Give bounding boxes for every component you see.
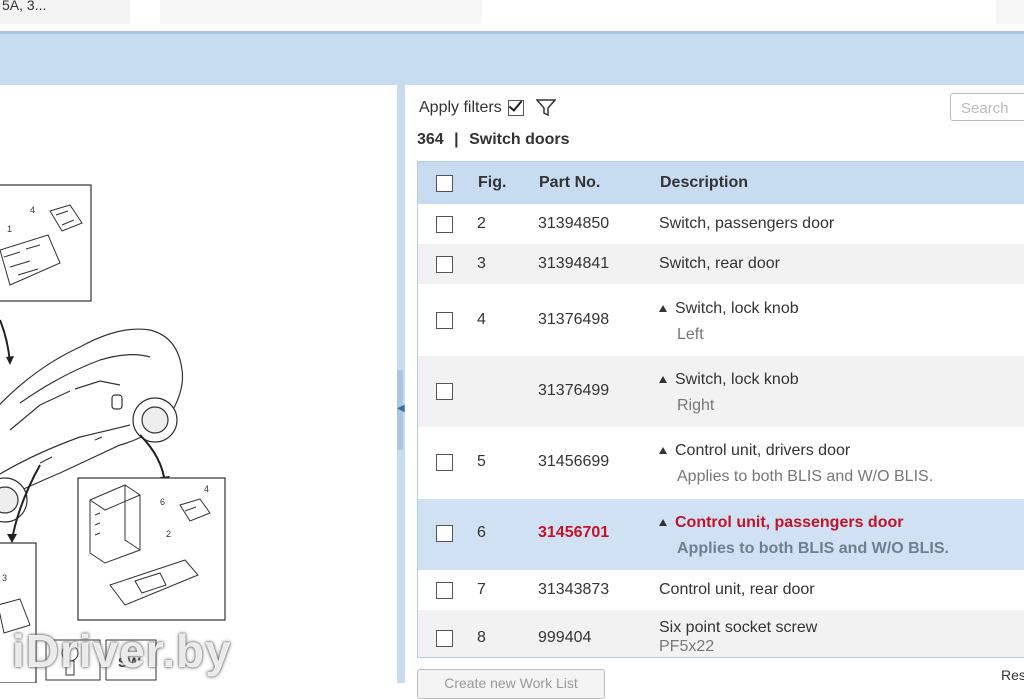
- row-description: Six point socket screw: [659, 619, 818, 636]
- row-fig: 4: [477, 311, 486, 328]
- callout-4-right: 4: [204, 484, 209, 494]
- table-row[interactable]: 8 999404 Six point socket screw PF5x22: [418, 610, 1024, 657]
- row-description-wrap: Control unit, drivers door: [659, 442, 850, 460]
- parts-diagram[interactable]: 4 1 6 4 2 3 SW: [0, 85, 397, 683]
- top-bar: 5A, 3...: [0, 0, 1024, 30]
- row-checkbox[interactable]: [436, 582, 453, 599]
- filter-funnel-icon[interactable]: [535, 99, 556, 117]
- vehicle-breadcrumb[interactable]: 5A, 3...: [0, 0, 130, 24]
- row-description: Switch, lock knob: [675, 300, 799, 317]
- results-label: Res: [1001, 667, 1024, 683]
- collapse-arrow-icon[interactable]: ◀: [397, 403, 405, 414]
- table-row[interactable]: 3 31394841 Switch, rear door: [418, 244, 1024, 284]
- group-title: Switch doors: [469, 131, 570, 148]
- table-row-selected[interactable]: 6 31456701 Control unit, passengers door…: [418, 499, 1024, 570]
- apply-filters-label: Apply filters: [419, 99, 502, 116]
- expand-triangle-icon[interactable]: [659, 519, 667, 526]
- row-description: Control unit, passengers door: [675, 514, 904, 531]
- row-fig: 3: [477, 255, 486, 272]
- row-fig: 2: [477, 215, 486, 232]
- row-note: Applies to both BLIS and W/O BLIS.: [677, 540, 949, 557]
- top-field-right[interactable]: [996, 0, 1024, 24]
- row-note: Left: [677, 326, 704, 343]
- row-description-wrap: Switch, lock knob: [659, 371, 799, 389]
- apply-filters-checkbox[interactable]: [507, 100, 524, 116]
- create-work-list-button[interactable]: Create new Work List: [417, 669, 605, 699]
- row-note: Applies to both BLIS and W/O BLIS.: [677, 468, 934, 485]
- expand-triangle-icon[interactable]: [659, 305, 667, 312]
- table-row[interactable]: 4 31376498 Switch, lock knob Left: [418, 284, 1024, 356]
- top-field[interactable]: [160, 0, 482, 24]
- row-part-no[interactable]: 31394841: [538, 255, 609, 273]
- row-fig: 5: [477, 453, 486, 470]
- row-part-no[interactable]: 31376499: [538, 382, 609, 400]
- row-description: Switch, lock knob: [675, 371, 799, 388]
- column-part-no[interactable]: Part No.: [539, 174, 600, 192]
- parts-diagram-pane[interactable]: 4 1 6 4 2 3 SW: [0, 85, 397, 683]
- search-input[interactable]: Search: [950, 93, 1024, 121]
- group-separator: |: [454, 131, 459, 148]
- row-description-wrap: Control unit, passengers door: [659, 514, 903, 532]
- column-description[interactable]: Description: [660, 174, 748, 192]
- expand-triangle-icon[interactable]: [659, 376, 667, 383]
- callout-6: 6: [160, 497, 165, 507]
- row-part-no[interactable]: 31456701: [538, 524, 609, 542]
- row-checkbox[interactable]: [436, 454, 453, 471]
- group-number: 364: [417, 131, 444, 148]
- row-part-no[interactable]: 31376498: [538, 311, 609, 329]
- callout-4-top: 4: [30, 205, 35, 215]
- row-description: Switch, passengers door: [659, 215, 835, 232]
- row-checkbox[interactable]: [436, 216, 453, 233]
- table-row[interactable]: 2 31394850 Switch, passengers door: [418, 204, 1024, 244]
- row-description: Control unit, rear door: [659, 581, 815, 598]
- row-description: Switch, rear door: [659, 255, 780, 272]
- watermark: iDriver.by: [12, 625, 232, 677]
- row-part-no[interactable]: 999404: [538, 629, 591, 647]
- callout-2: 2: [166, 529, 171, 539]
- row-part-no[interactable]: 31456699: [538, 453, 609, 471]
- column-fig[interactable]: Fig.: [478, 174, 506, 192]
- row-description-wrap: Switch, lock knob: [659, 300, 799, 318]
- row-part-no[interactable]: 31394850: [538, 215, 609, 233]
- row-note: PF5x22: [659, 638, 715, 655]
- toolbar-band: [0, 31, 1024, 85]
- table-row[interactable]: 31376499 Switch, lock knob Right: [418, 356, 1024, 427]
- row-part-no[interactable]: 31343873: [538, 581, 609, 599]
- row-checkbox[interactable]: [436, 630, 453, 647]
- table-row[interactable]: 5 31456699 Control unit, drivers door Ap…: [418, 427, 1024, 499]
- row-fig: 7: [477, 581, 486, 598]
- group-heading: 364 | Switch doors: [417, 131, 570, 149]
- row-fig: 6: [477, 524, 486, 541]
- row-description: Control unit, drivers door: [675, 442, 851, 459]
- callout-3: 3: [2, 573, 7, 583]
- table-row[interactable]: 7 31343873 Control unit, rear door: [418, 570, 1024, 610]
- row-note: Right: [677, 397, 715, 414]
- arrow-switch-to-car: [0, 319, 11, 364]
- table-header: Fig. Part No. Description: [418, 162, 1024, 204]
- row-checkbox[interactable]: [436, 312, 453, 329]
- parts-list-pane: Apply filters Search 364 | Switch doors …: [405, 85, 1024, 699]
- parts-table: Fig. Part No. Description 2 31394850 Swi…: [417, 161, 1024, 658]
- row-fig: 8: [477, 629, 486, 646]
- row-checkbox[interactable]: [436, 383, 453, 400]
- row-checkbox[interactable]: [436, 525, 453, 542]
- expand-triangle-icon[interactable]: [659, 447, 667, 454]
- apply-filters: Apply filters: [419, 99, 556, 117]
- callout-1: 1: [7, 224, 12, 234]
- pane-splitter[interactable]: ◀: [397, 85, 405, 683]
- row-checkbox[interactable]: [436, 256, 453, 273]
- select-all-checkbox[interactable]: [436, 175, 453, 192]
